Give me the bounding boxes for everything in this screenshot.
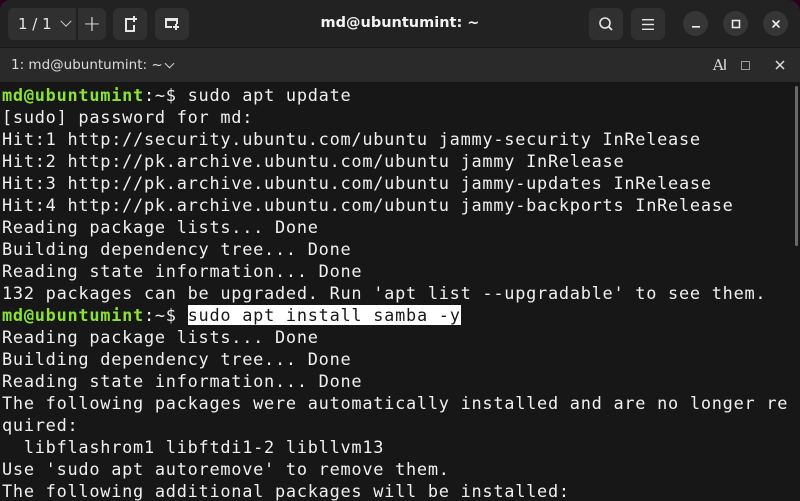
prompt-line: md@ubuntumint:~$ sudo apt update bbox=[2, 84, 351, 106]
output-line: Building dependency tree... Done bbox=[2, 349, 352, 369]
chevron-down-icon bbox=[60, 15, 72, 27]
plus-icon: + bbox=[82, 11, 102, 37]
new-window-button[interactable] bbox=[155, 8, 189, 40]
prompt-user: md@ubuntumint bbox=[2, 305, 144, 325]
output-line: Hit:4 http://pk.archive.ubuntu.com/ubunt… bbox=[2, 195, 734, 215]
command-text: sudo apt install samba -y bbox=[187, 305, 461, 325]
prompt-line: md@ubuntumint:~$ sudo apt install samba … bbox=[2, 304, 461, 326]
tab-bar: 1: md@ubuntumint: ~ AI bbox=[0, 48, 800, 82]
output-line: Reading package lists... Done bbox=[2, 217, 319, 237]
prompt-path: :~ bbox=[143, 85, 166, 105]
prompt-user: md@ubuntumint bbox=[2, 85, 144, 105]
menu-button[interactable] bbox=[631, 8, 665, 40]
prompt-path: :~ bbox=[143, 305, 166, 325]
output-line: The following packages were automaticall… bbox=[2, 393, 789, 413]
terminal-window: 1 / 1 + md@ubuntumint: ~ 1: md@ubuntumin… bbox=[0, 0, 800, 501]
close-tab-icon bbox=[775, 60, 785, 70]
output-line: Reading state information... Done bbox=[2, 261, 363, 281]
new-window-icon bbox=[165, 18, 179, 30]
output-line: Use 'sudo apt autoremove' to remove them… bbox=[2, 459, 450, 479]
hamburger-menu-icon bbox=[642, 18, 654, 30]
tab-chevron-down-icon[interactable] bbox=[164, 58, 175, 69]
font-size-button[interactable]: AI bbox=[708, 48, 732, 82]
minimize-button[interactable] bbox=[683, 11, 708, 36]
output-line: Reading package lists... Done bbox=[2, 327, 319, 347]
output-line: 132 packages can be upgraded. Run 'apt l… bbox=[2, 283, 767, 303]
close-window-button[interactable] bbox=[763, 11, 788, 36]
new-split-button[interactable] bbox=[113, 8, 147, 40]
output-line: Reading state information... Done bbox=[2, 371, 363, 391]
close-tab-button[interactable] bbox=[771, 48, 789, 82]
header-bar: 1 / 1 + md@ubuntumint: ~ bbox=[0, 0, 800, 48]
text-cursor-icon: I bbox=[722, 56, 728, 74]
tab-switcher-button[interactable]: 1 / 1 bbox=[8, 8, 76, 40]
maximize-icon bbox=[731, 19, 740, 28]
minimize-icon bbox=[691, 25, 700, 28]
terminal-output[interactable]: md@ubuntumint:~$ sudo apt update [sudo] p… bbox=[0, 83, 800, 501]
prompt-symbol: $ bbox=[165, 305, 188, 325]
close-icon bbox=[771, 19, 780, 28]
scrollbar[interactable] bbox=[795, 86, 798, 246]
search-icon bbox=[599, 17, 613, 31]
output-line: quired: bbox=[2, 415, 79, 435]
output-line: The following additional packages will b… bbox=[2, 481, 570, 501]
output-line: Hit:2 http://pk.archive.ubuntu.com/ubunt… bbox=[2, 151, 625, 171]
maximize-button[interactable] bbox=[723, 11, 748, 36]
square-icon bbox=[740, 60, 750, 70]
prompt-symbol: $ bbox=[165, 85, 188, 105]
output-line: [sudo] password for md: bbox=[2, 107, 254, 127]
output-line: Hit:1 http://security.ubuntu.com/ubuntu … bbox=[2, 129, 701, 149]
search-button[interactable] bbox=[589, 8, 623, 40]
output-line: Hit:3 http://pk.archive.ubuntu.com/ubunt… bbox=[2, 173, 712, 193]
command-text: sudo apt update bbox=[187, 85, 352, 105]
output-line: Building dependency tree... Done bbox=[2, 239, 352, 259]
output-line: libflashrom1 libftdi1-2 libllvm13 bbox=[2, 437, 385, 457]
new-tab-page-icon bbox=[125, 16, 137, 32]
new-tab-button[interactable]: + bbox=[77, 8, 106, 40]
tab-title[interactable]: 1: md@ubuntumint: ~ bbox=[11, 48, 163, 82]
tab-counter: 1 / 1 bbox=[18, 15, 52, 33]
tab-toggle-button[interactable] bbox=[738, 48, 752, 82]
